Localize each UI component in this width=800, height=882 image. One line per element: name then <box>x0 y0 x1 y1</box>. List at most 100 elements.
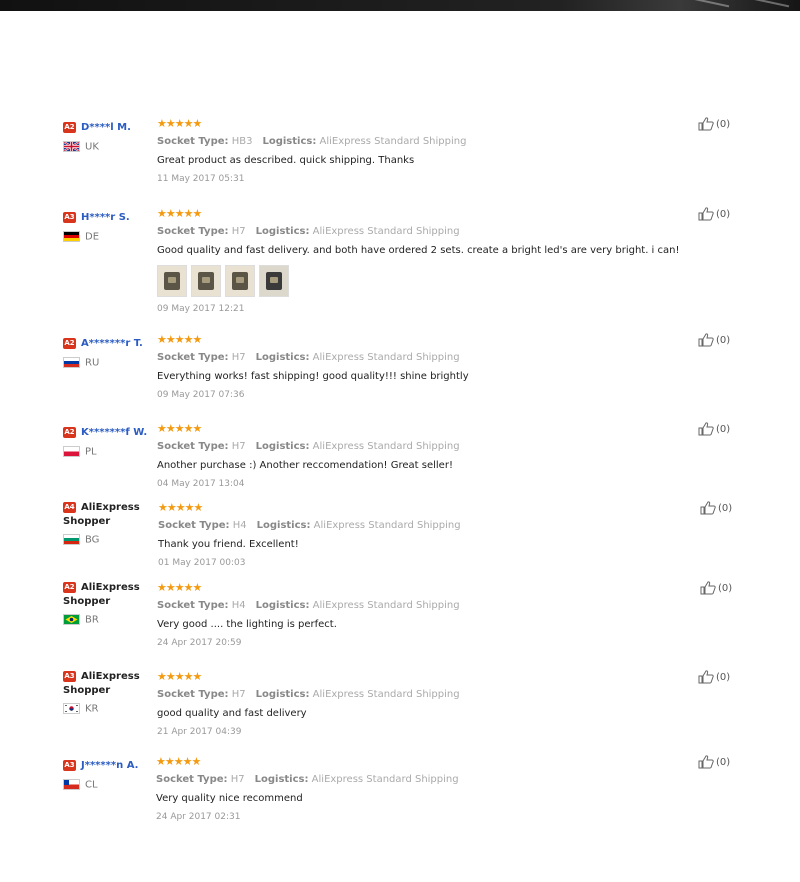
helpful-button[interactable]: (0) <box>700 501 732 517</box>
flag-br-icon <box>63 614 80 625</box>
helpful-button[interactable]: (0) <box>698 670 730 686</box>
logistics-label: Logistics: <box>255 226 310 237</box>
country-code: PL <box>85 446 97 458</box>
helpful-count: (0) <box>716 757 731 768</box>
review-photo-thumbnail[interactable] <box>191 265 221 297</box>
review-content: ★★★★★ Socket Type: H7 Logistics: AliExpre… <box>157 207 680 315</box>
logistics-value: AliExpress Standard Shipping <box>319 136 467 147</box>
logistics-label: Logistics: <box>255 441 310 452</box>
logistics-value: AliExpress Standard Shipping <box>312 600 460 611</box>
buyer-level-badge: A2 <box>63 338 76 349</box>
buyer-level-badge: A3 <box>63 670 76 682</box>
star-rating: ★★★★★ <box>157 581 202 594</box>
review-meta: Socket Type: H7 Logistics: AliExpress Sta… <box>157 689 677 701</box>
logistics-label: Logistics: <box>255 600 310 611</box>
thumbs-up-icon <box>698 207 714 221</box>
country-code: BR <box>85 614 99 626</box>
review-date: 04 May 2017 13:04 <box>157 479 245 489</box>
helpful-button[interactable]: (0) <box>698 422 730 438</box>
reviewer-name[interactable]: K*******f W. <box>81 427 147 438</box>
reviewer-info: A4 AliExpress Shopper BG <box>63 501 153 546</box>
review-text: Another purchase :) Another reccomendati… <box>157 460 453 471</box>
helpful-button[interactable]: (0) <box>700 581 732 597</box>
buyer-level-badge: A2 <box>63 122 76 133</box>
review-meta: Socket Type: H4 Logistics: AliExpress Sta… <box>158 520 678 532</box>
review-text: Good quality and fast delivery. and both… <box>157 245 680 256</box>
thumbs-up-icon <box>698 117 714 131</box>
reviewer-name[interactable]: A*******r T. <box>81 338 143 349</box>
socket-type-value: H4 <box>232 520 247 531</box>
country-code: BG <box>85 534 100 546</box>
reviewer-info: A2 A*******r T. RU <box>63 333 153 369</box>
helpful-button[interactable]: (0) <box>698 755 730 771</box>
review-content: ★★★★★ Socket Type: H4 Logistics: AliExpre… <box>158 501 678 569</box>
reviewer-name[interactable]: AliExpress <box>81 502 140 513</box>
reviewer-name-line2[interactable]: Shopper <box>63 516 110 527</box>
logistics-label: Logistics: <box>256 520 311 531</box>
reviewer-info: A3 H****r S. DE <box>63 207 153 243</box>
logistics-value: AliExpress Standard Shipping <box>312 352 460 363</box>
helpful-count: (0) <box>716 672 731 683</box>
socket-type-value: H7 <box>231 226 246 237</box>
country-code: RU <box>85 357 100 369</box>
reviewer-country: CL <box>63 779 153 791</box>
logistics-label: Logistics: <box>262 136 317 147</box>
logistics-value: AliExpress Standard Shipping <box>312 441 460 452</box>
reviewer-name[interactable]: J******n A. <box>81 760 138 771</box>
star-rating: ★★★★★ <box>157 333 202 346</box>
review-date: 24 Apr 2017 02:31 <box>156 812 241 822</box>
flag-bg-icon <box>63 534 80 545</box>
flag-uk-icon <box>63 141 80 152</box>
country-code: CL <box>85 779 98 791</box>
helpful-count: (0) <box>718 503 733 514</box>
star-rating: ★★★★★ <box>157 670 202 683</box>
socket-type-label: Socket Type: <box>156 774 228 785</box>
socket-type-value: H4 <box>231 600 246 611</box>
review-text: Everything works! fast shipping! good qu… <box>157 371 469 382</box>
review-meta: Socket Type: H7 Logistics: AliExpress Sta… <box>157 226 677 238</box>
helpful-count: (0) <box>716 119 731 130</box>
review-photo-thumbnail[interactable] <box>157 265 187 297</box>
socket-type-label: Socket Type: <box>157 689 229 700</box>
socket-type-value: H7 <box>230 774 245 785</box>
reviewer-name[interactable]: D****l M. <box>81 122 131 133</box>
banner-streak <box>640 0 730 8</box>
review-content: ★★★★★ Socket Type: H7 Logistics: AliExpre… <box>156 755 676 823</box>
helpful-count: (0) <box>716 335 731 346</box>
thumbs-up-icon <box>698 422 714 436</box>
review-date: 09 May 2017 12:21 <box>157 304 245 314</box>
helpful-button[interactable]: (0) <box>698 117 730 133</box>
reviewer-name-line2[interactable]: Shopper <box>63 596 110 607</box>
country-code: DE <box>85 231 100 243</box>
buyer-level-badge: A2 <box>63 427 76 438</box>
logistics-value: AliExpress Standard Shipping <box>311 774 459 785</box>
reviewer-info: A2 D****l M. UK <box>63 117 153 153</box>
star-rating: ★★★★★ <box>158 501 203 514</box>
reviewer-name-line2[interactable]: Shopper <box>63 685 110 696</box>
review-photo-thumbnail[interactable] <box>225 265 255 297</box>
socket-type-value: H7 <box>231 441 246 452</box>
helpful-button[interactable]: (0) <box>698 207 730 223</box>
reviewer-country: BR <box>63 614 153 626</box>
flag-pl-icon <box>63 446 80 457</box>
socket-type-value: H7 <box>231 352 246 363</box>
review-date: 01 May 2017 00:03 <box>158 558 246 568</box>
helpful-button[interactable]: (0) <box>698 333 730 349</box>
reviewer-name[interactable]: AliExpress <box>81 671 140 682</box>
helpful-count: (0) <box>716 209 731 220</box>
review-date: 11 May 2017 05:31 <box>157 174 245 184</box>
thumbs-up-icon <box>698 755 714 769</box>
buyer-level-badge: A3 <box>63 760 76 771</box>
reviewer-country: RU <box>63 357 153 369</box>
review-content: ★★★★★ Socket Type: H4 Logistics: AliExpre… <box>157 581 677 649</box>
reviewer-name[interactable]: H****r S. <box>81 212 130 223</box>
review-content: ★★★★★ Socket Type: H7 Logistics: AliExpre… <box>157 670 677 738</box>
flag-kr-icon <box>63 703 80 714</box>
thumbs-up-icon <box>698 333 714 347</box>
review-meta: Socket Type: H7 Logistics: AliExpress Sta… <box>157 441 677 453</box>
reviewer-name[interactable]: AliExpress <box>81 582 140 593</box>
review-text: Very quality nice recommend <box>156 793 303 804</box>
reviewer-country: BG <box>63 534 153 546</box>
review-photo-thumbnail[interactable] <box>259 265 289 297</box>
helpful-count: (0) <box>716 424 731 435</box>
